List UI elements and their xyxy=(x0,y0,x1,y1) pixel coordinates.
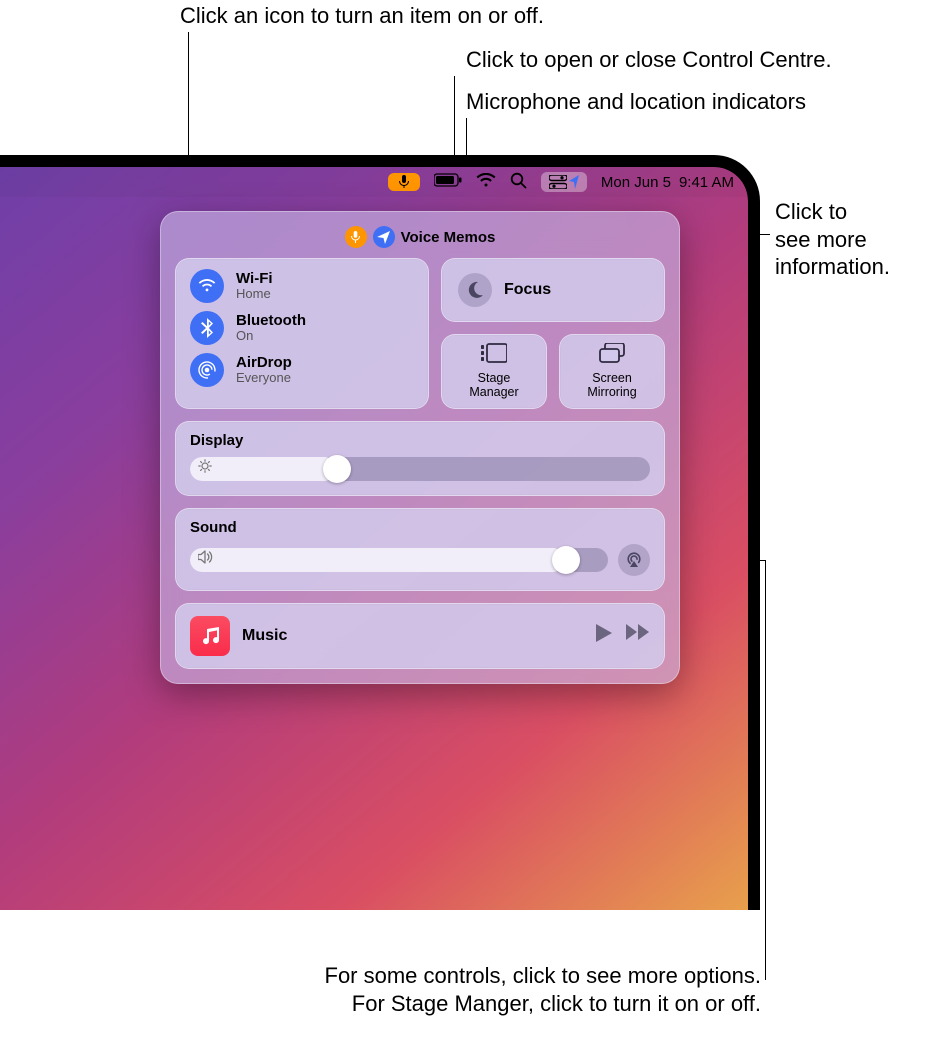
right-column: Focus Stage Manager xyxy=(441,258,665,409)
bluetooth-icon[interactable] xyxy=(190,311,224,345)
device-frame: Mon Jun 5 9:41 AM Voice Memos xyxy=(0,155,760,910)
battery-icon xyxy=(434,173,462,191)
stage-manager-tile[interactable]: Stage Manager xyxy=(441,334,547,409)
sound-slider[interactable] xyxy=(190,548,608,572)
small-tiles-row: Stage Manager Screen Mirroring xyxy=(441,334,665,409)
moon-icon xyxy=(458,273,492,307)
bluetooth-title: Bluetooth xyxy=(236,313,306,330)
display-slider[interactable] xyxy=(190,457,650,481)
brightness-icon xyxy=(198,459,212,478)
focus-tile[interactable]: Focus xyxy=(441,258,665,322)
wifi-title: Wi-Fi xyxy=(236,271,273,288)
sound-label: Sound xyxy=(190,519,650,536)
next-track-button[interactable] xyxy=(626,624,650,647)
bluetooth-subtitle: On xyxy=(236,329,306,343)
wifi-icon[interactable] xyxy=(190,269,224,303)
control-centre-panel: Voice Memos Wi-Fi Home xyxy=(160,211,680,684)
play-button[interactable] xyxy=(596,624,612,647)
airdrop-title: AirDrop xyxy=(236,355,292,372)
screen: Mon Jun 5 9:41 AM Voice Memos xyxy=(0,167,748,910)
callout-open-close-cc: Click to open or close Control Centre. xyxy=(466,46,832,74)
top-controls-grid: Wi-Fi Home Bluetooth On xyxy=(175,258,665,409)
menubar-time: 9:41 AM xyxy=(679,174,734,191)
spotlight-icon[interactable] xyxy=(510,172,527,193)
menubar: Mon Jun 5 9:41 AM xyxy=(0,167,748,197)
callout-line xyxy=(765,560,766,980)
volume-icon xyxy=(198,550,214,569)
display-label: Display xyxy=(190,432,650,449)
callout-see-info: Click to see more information. xyxy=(775,198,890,281)
airdrop-subtitle: Everyone xyxy=(236,371,292,385)
airdrop-toggle[interactable]: AirDrop Everyone xyxy=(190,353,414,387)
display-slider-fill xyxy=(190,457,337,481)
mic-indicator-icon xyxy=(345,226,367,248)
mic-recording-indicator[interactable] xyxy=(388,173,420,191)
callout-mic-loc-indicators: Microphone and location indicators xyxy=(466,88,806,116)
callout-more-options-line1: For some controls, click to see more opt… xyxy=(325,962,762,990)
music-title: Music xyxy=(242,627,584,645)
display-slider-knob[interactable] xyxy=(323,455,351,483)
callout-more-options: For some controls, click to see more opt… xyxy=(325,962,762,1017)
connectivity-tile[interactable]: Wi-Fi Home Bluetooth On xyxy=(175,258,429,409)
stage-manager-label: Stage Manager xyxy=(469,372,518,400)
airplay-audio-button[interactable] xyxy=(618,544,650,576)
focus-label: Focus xyxy=(504,281,551,299)
screen-mirroring-icon xyxy=(599,343,625,368)
location-arrow-icon xyxy=(569,175,579,189)
menubar-status-group: Mon Jun 5 9:41 AM xyxy=(388,172,734,193)
display-tile[interactable]: Display xyxy=(175,421,665,496)
active-indicator-row[interactable]: Voice Memos xyxy=(175,226,665,248)
bluetooth-text: Bluetooth On xyxy=(236,313,306,344)
music-app-icon xyxy=(190,616,230,656)
screen-mirroring-tile[interactable]: Screen Mirroring xyxy=(559,334,665,409)
sound-slider-fill xyxy=(190,548,566,572)
menubar-clock[interactable]: Mon Jun 5 9:41 AM xyxy=(601,174,734,191)
music-controls xyxy=(596,624,650,647)
airdrop-icon[interactable] xyxy=(190,353,224,387)
menubar-date: Mon Jun 5 xyxy=(601,174,671,191)
control-centre-toggle[interactable] xyxy=(541,172,587,192)
bluetooth-toggle[interactable]: Bluetooth On xyxy=(190,311,414,345)
callout-toggle-icons: Click an icon to turn an item on or off. xyxy=(180,2,544,30)
stage-manager-icon xyxy=(481,343,507,368)
location-indicator-icon xyxy=(373,226,395,248)
wifi-icon[interactable] xyxy=(476,173,496,192)
sound-tile[interactable]: Sound xyxy=(175,508,665,591)
screen-mirroring-label: Screen Mirroring xyxy=(587,372,636,400)
wifi-text: Wi-Fi Home xyxy=(236,271,273,302)
wifi-toggle[interactable]: Wi-Fi Home xyxy=(190,269,414,303)
wifi-subtitle: Home xyxy=(236,287,273,301)
indicator-app-label: Voice Memos xyxy=(401,229,496,246)
music-tile[interactable]: Music xyxy=(175,603,665,669)
callout-more-options-line2: For Stage Manger, click to turn it on or… xyxy=(325,990,762,1018)
airdrop-text: AirDrop Everyone xyxy=(236,355,292,386)
sound-slider-knob[interactable] xyxy=(552,546,580,574)
